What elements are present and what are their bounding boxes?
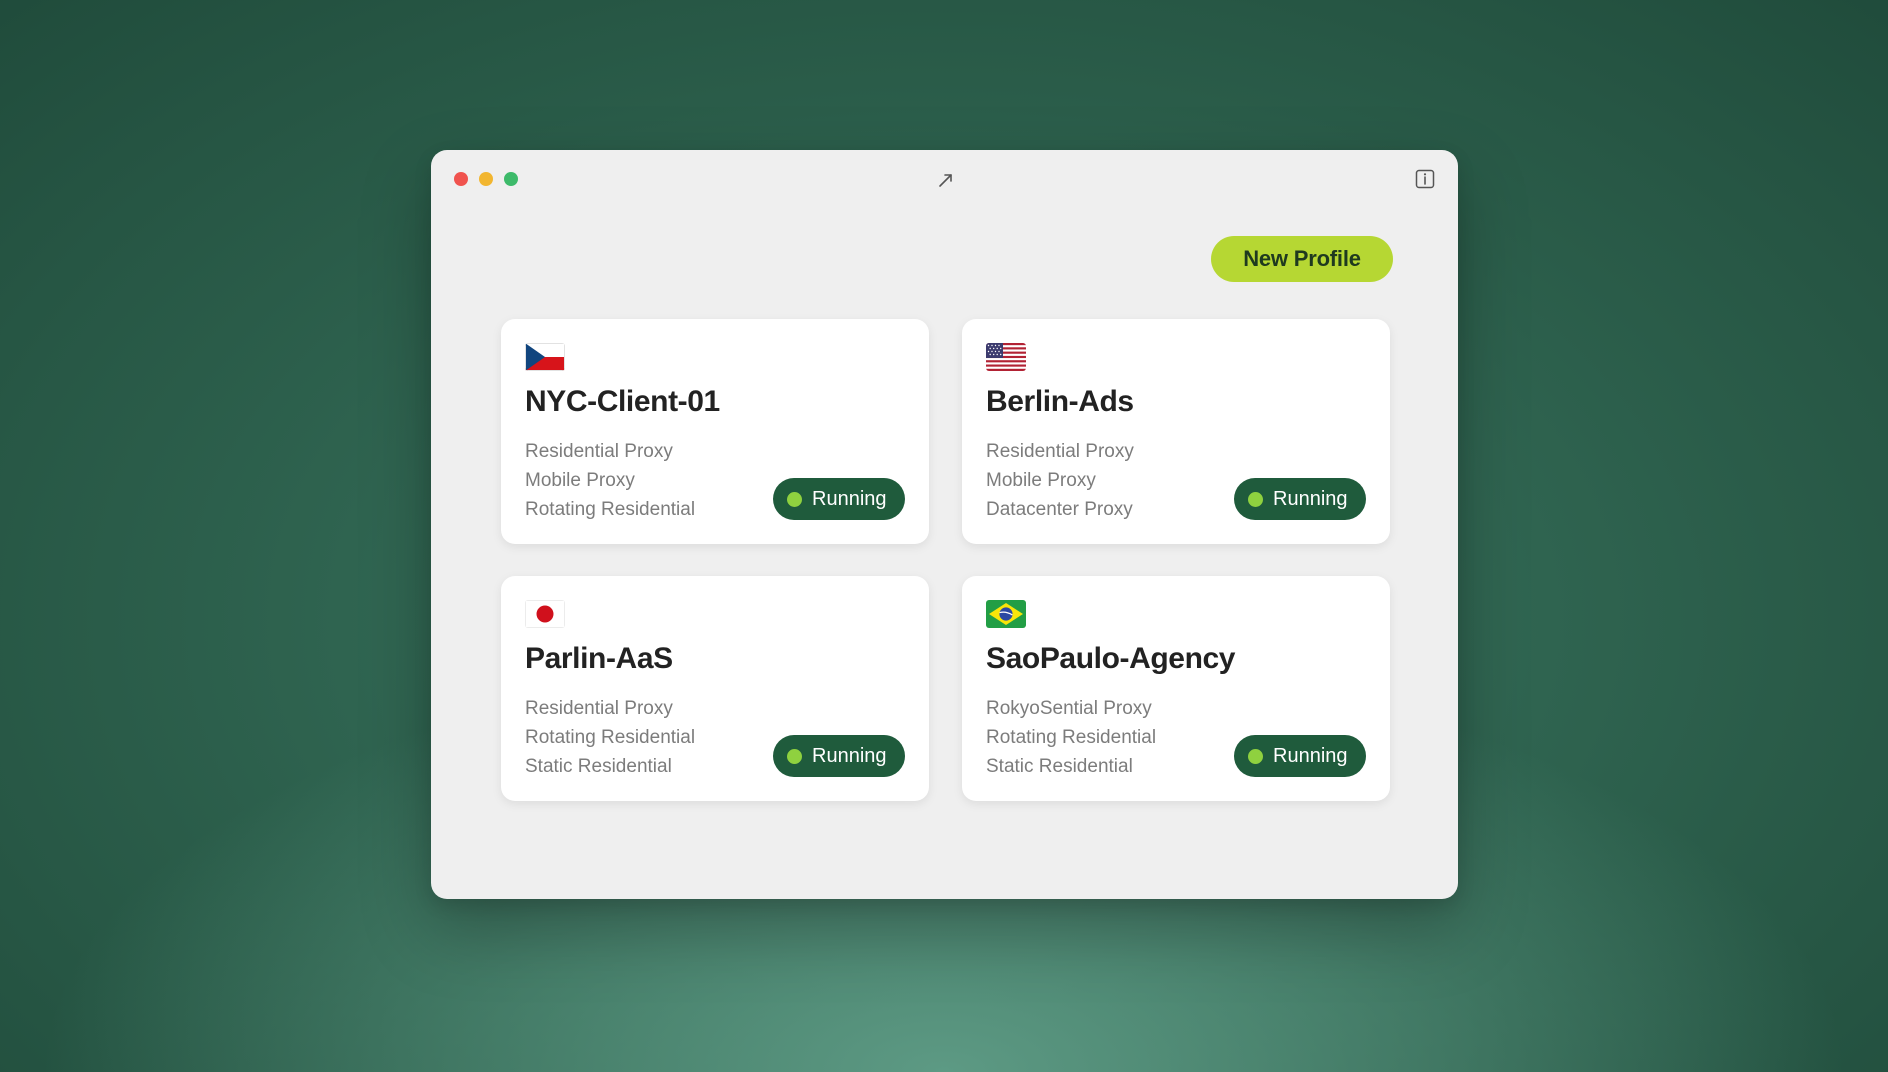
profile-name: SaoPaulo-Agency [986,642,1236,675]
proxy-item: Rotating Residential [986,727,1157,748]
proxy-item: Rotating Residential [525,727,696,748]
status-label: Running [812,487,887,510]
status-label: Running [1273,487,1348,510]
proxy-item: Mobile Proxy [525,470,635,491]
proxy-list: Residential Proxy Mobile Proxy Rotating … [525,437,695,524]
app-window: New Profile NYC-Client-01 Residential Pr… [431,150,1458,899]
status-badge-running[interactable]: Running [1234,478,1366,520]
usa-flag-icon [986,343,1026,371]
info-icon[interactable] [1414,168,1436,190]
proxy-item: Datacenter Proxy [986,499,1133,520]
proxy-item: Rotating Residential [525,499,696,520]
status-label: Running [1273,744,1348,767]
status-badge-running[interactable]: Running [773,735,905,777]
proxy-item: RokyoSential Proxy [986,698,1152,719]
status-dot-icon [787,748,802,764]
status-dot-icon [1248,491,1263,507]
proxy-item: Residential Proxy [525,441,673,462]
maximize-icon[interactable] [504,172,518,186]
proxy-list: Residential Proxy Mobile Proxy Datacente… [986,437,1134,524]
profile-name: Berlin-Ads [986,385,1134,418]
status-badge-running[interactable]: Running [773,478,905,520]
profile-card[interactable]: NYC-Client-01 Residential Proxy Mobile P… [501,319,929,544]
proxy-item: Residential Proxy [525,698,673,719]
status-label: Running [812,744,887,767]
title-bar [431,150,1458,206]
proxy-item: Static Residential [525,756,672,777]
japan-flag-icon [525,600,565,628]
proxy-list: Residential Proxy Rotating Residential S… [525,694,695,781]
close-icon[interactable] [454,172,468,186]
resize-arrow-icon[interactable] [935,169,957,191]
new-profile-button[interactable]: New Profile [1211,236,1393,282]
proxy-item: Static Residential [986,756,1133,777]
profile-card[interactable]: Parlin-AaS Residential Proxy Rotating Re… [501,576,929,801]
profile-name: NYC-Client-01 [525,385,720,418]
profile-card[interactable]: Berlin-Ads Residential Proxy Mobile Prox… [962,319,1390,544]
status-dot-icon [1248,748,1263,764]
profile-card[interactable]: SaoPaulo-Agency RokyoSential Proxy Rotat… [962,576,1390,801]
profile-name: Parlin-AaS [525,642,673,675]
proxy-list: RokyoSential Proxy Rotating Residential … [986,694,1156,781]
proxy-item: Residential Proxy [986,441,1134,462]
brazil-flag-icon [986,600,1026,628]
minimize-icon[interactable] [479,172,493,186]
status-badge-running[interactable]: Running [1234,735,1366,777]
status-dot-icon [787,491,802,507]
proxy-item: Mobile Proxy [986,470,1096,491]
czech-flag-icon [525,343,565,371]
